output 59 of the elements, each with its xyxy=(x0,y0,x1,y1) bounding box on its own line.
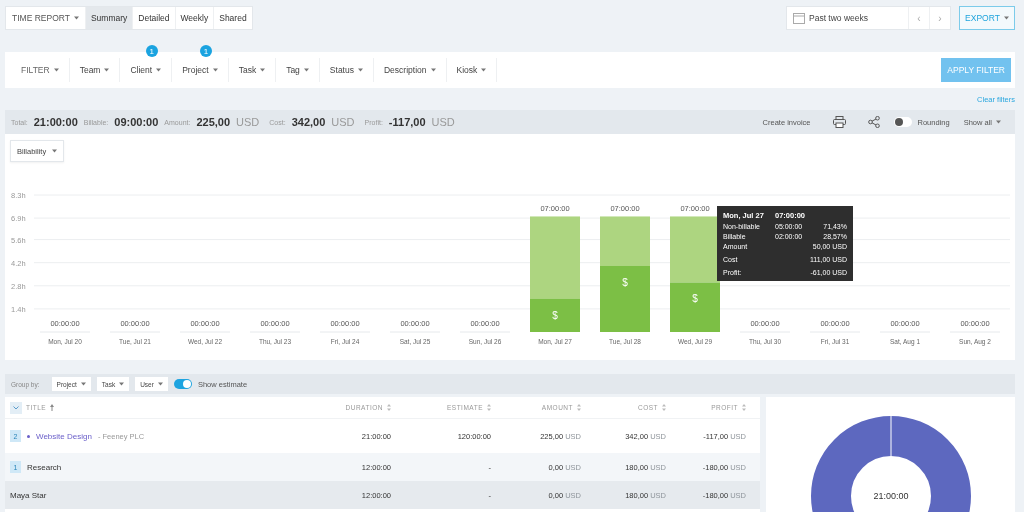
billable-bar[interactable] xyxy=(670,282,720,332)
sort-icon[interactable] xyxy=(577,404,581,411)
task-name: Research xyxy=(27,462,62,472)
user-name: Maya Star xyxy=(10,490,47,500)
sort-icon[interactable] xyxy=(387,404,391,411)
caret-icon xyxy=(80,382,86,386)
dollar-mark: $ xyxy=(622,277,628,288)
currency-label: USD xyxy=(236,116,260,128)
billable-bar[interactable] xyxy=(600,266,650,332)
total-value: -117,00 xyxy=(388,116,426,128)
caret-icon xyxy=(73,16,79,20)
dollar-mark: $ xyxy=(552,310,558,321)
project-link[interactable]: Website Design xyxy=(36,431,92,441)
filter-dropdown[interactable]: Client xyxy=(120,60,172,80)
date-range-text[interactable]: Past two weeks xyxy=(805,13,908,23)
currency-label: USD xyxy=(331,116,355,128)
caret-icon xyxy=(260,68,266,72)
caret-icon xyxy=(212,68,218,72)
filter-dropdown[interactable]: Kiosk xyxy=(446,60,497,80)
currency-label: USD xyxy=(431,116,455,128)
caret-icon xyxy=(119,382,125,386)
filter-dropdown[interactable]: Team xyxy=(69,60,120,80)
total-value: 225,00 xyxy=(196,116,231,128)
filter-dropdown[interactable]: Status xyxy=(319,60,373,80)
collapse-button[interactable] xyxy=(10,401,22,414)
chevron-down-icon xyxy=(13,405,19,410)
count-badge: 1 xyxy=(145,45,158,57)
total-value: 21:00:00 xyxy=(33,116,78,128)
caret-icon xyxy=(156,68,162,72)
sort-up-icon[interactable] xyxy=(50,404,55,411)
filter-dropdown[interactable]: Task xyxy=(228,60,276,80)
dollar-mark: $ xyxy=(692,293,698,305)
caret-icon xyxy=(1003,16,1009,20)
caret-icon xyxy=(303,68,309,72)
donut-center-label: 21:00:00 xyxy=(873,491,908,501)
filter-dropdown[interactable]: Tag xyxy=(276,60,319,80)
caret-icon xyxy=(481,68,487,72)
count-badge: 1 xyxy=(199,45,212,57)
total-value: 342,00 xyxy=(291,116,326,128)
billable-bar[interactable] xyxy=(530,299,580,332)
caret-icon xyxy=(357,68,363,72)
estimate-toggle[interactable] xyxy=(173,379,192,389)
filter-dropdown[interactable]: Project xyxy=(172,60,228,80)
caret-icon xyxy=(53,68,59,72)
caret-icon xyxy=(52,149,57,153)
caret-icon xyxy=(996,120,1001,124)
sort-icon[interactable] xyxy=(487,404,491,411)
calendar-icon xyxy=(793,12,805,24)
filter-dropdown[interactable]: Description xyxy=(373,60,446,80)
report-tab[interactable]: Summary xyxy=(84,7,133,29)
caret-icon xyxy=(430,68,436,72)
sort-icon[interactable] xyxy=(662,404,666,411)
sort-icon[interactable] xyxy=(742,404,746,411)
caret-icon xyxy=(157,382,163,386)
filter-menu[interactable]: FILTER xyxy=(11,60,69,80)
total-value: 09:00:00 xyxy=(114,116,159,128)
caret-icon xyxy=(104,68,110,72)
rounding-toggle[interactable] xyxy=(893,117,912,127)
non-billable-bar[interactable] xyxy=(670,216,720,283)
